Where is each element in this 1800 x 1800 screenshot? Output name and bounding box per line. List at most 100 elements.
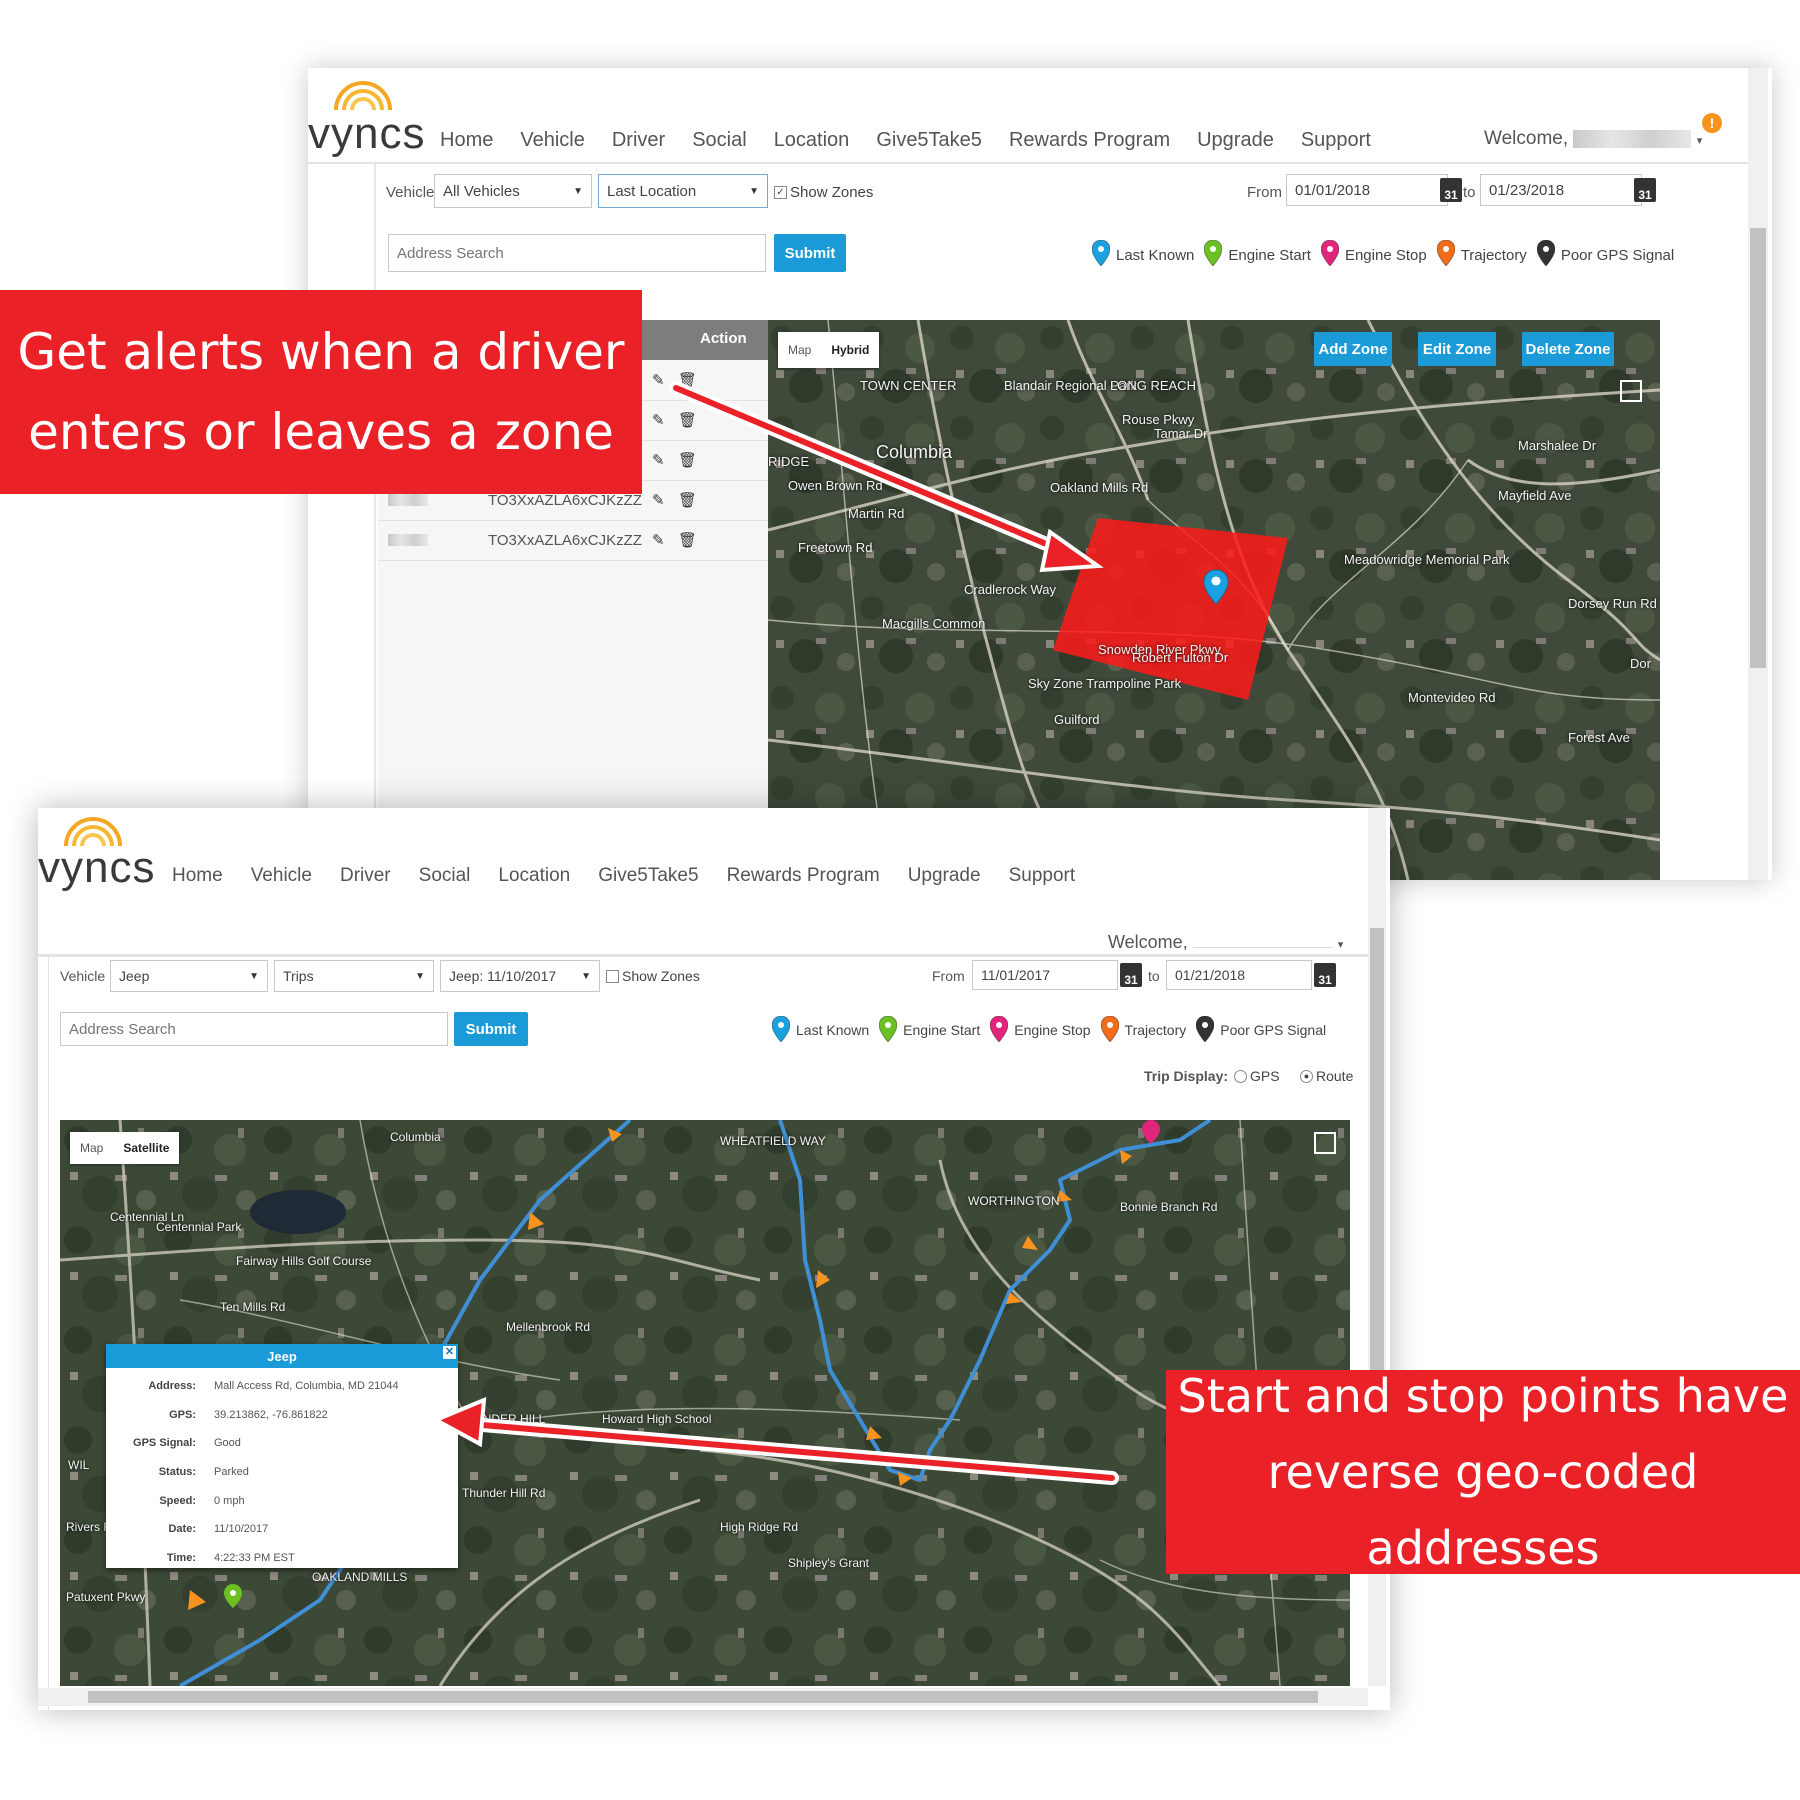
nav-home[interactable]: Home [440,129,493,152]
vyncs-logo[interactable]: vyncs [308,76,424,156]
map-type-toggle[interactable]: Map Satellite [70,1132,180,1164]
popup-title: Jeep [267,1348,297,1364]
from-date-input[interactable]: 01/01/2018 [1286,174,1448,206]
brand-name: vyncs [308,109,426,158]
fullscreen-icon[interactable] [1620,380,1642,402]
nav-upgrade[interactable]: Upgrade [908,865,981,887]
nav-support[interactable]: Support [1009,865,1076,887]
map-pin-icon [1536,239,1561,270]
edit-zone-button[interactable]: Edit Zone [1418,332,1496,366]
trip-display-label: Trip Display: [1144,1068,1229,1084]
top-page-scrollbar[interactable] [1748,68,1768,880]
map-label: Sky Zone Trampoline Park [1028,676,1182,691]
calendar-icon[interactable]: 31 [1634,178,1656,202]
map-type-toggle[interactable]: Map Hybrid [778,332,880,368]
nav-vehicle[interactable]: Vehicle [520,129,585,152]
notification-icon[interactable]: ! [1702,113,1722,133]
nav-vehicle[interactable]: Vehicle [251,865,312,887]
nav-social[interactable]: Social [692,129,746,152]
map-pin-icon [1203,239,1228,270]
nav-social[interactable]: Social [419,865,471,887]
map-type-map[interactable]: Map [778,332,821,368]
scrollbar-thumb[interactable] [88,1691,1318,1703]
legend-trajectory: Trajectory [1436,239,1527,270]
map-label: Dorsey Run Rd [1568,596,1657,611]
close-icon[interactable]: ✕ [443,1346,456,1359]
popup-row-key: Address: [148,1380,196,1393]
nav-driver[interactable]: Driver [612,129,665,152]
map-pin-icon [1100,1014,1125,1045]
edit-pencil-icon[interactable]: ✎ [652,491,665,509]
bottom-welcome[interactable]: Welcome, ▾ [1108,932,1343,953]
edit-pencil-icon[interactable]: ✎ [652,411,665,429]
chevron-down-icon[interactable]: ▾ [1697,135,1703,147]
nav-location[interactable]: Location [774,129,850,152]
nav-rewards-program[interactable]: Rewards Program [1009,129,1170,152]
marker-legend: Last Known Engine Start Engine Stop Traject… [1091,238,1674,272]
address-search-field[interactable] [61,1013,447,1045]
calendar-icon[interactable]: 31 [1440,178,1462,202]
top-welcome[interactable]: Welcome, ▾ [1484,128,1702,150]
from-label: From [1247,184,1282,201]
address-search-input[interactable] [60,1012,448,1046]
address-search-field[interactable] [389,235,765,271]
show-zones-checkbox[interactable]: ✓ Show Zones [774,184,873,201]
trash-icon[interactable]: 🗑 [678,451,697,469]
map-type-map[interactable]: Map [70,1132,113,1164]
left-gutter [38,957,49,1710]
bottom-map-hscrollbar[interactable] [38,1688,1368,1706]
nav-home[interactable]: Home [172,865,223,887]
add-zone-button[interactable]: Add Zone [1314,332,1392,366]
nav-upgrade[interactable]: Upgrade [1197,129,1274,152]
edit-pencil-icon[interactable]: ✎ [652,531,665,549]
popup-row-key: Speed: [159,1494,196,1507]
nav-give5take5[interactable]: Give5Take5 [876,129,982,152]
to-date-input[interactable]: 01/23/2018 [1480,174,1642,206]
delete-zone-button[interactable]: Delete Zone [1522,332,1614,366]
trip-display-route-radio[interactable]: ● Route [1300,1068,1353,1084]
zone-row[interactable]: TO3XxAZLA6xCJKzZZ ✎ 🗑 [378,520,768,561]
nav-give5take5[interactable]: Give5Take5 [598,865,698,887]
vyncs-logo[interactable]: vyncs [38,812,154,892]
callout-line-2: reverse geo-coded addresses [1267,1445,1699,1575]
nav-support[interactable]: Support [1301,129,1371,152]
vehicle-select[interactable]: All Vehicles ▼ [434,174,592,208]
edit-pencil-icon[interactable]: ✎ [652,451,665,469]
address-search-input[interactable] [388,234,766,272]
trash-icon[interactable]: 🗑 [678,371,697,389]
mode-select[interactable]: Last Location ▼ [598,174,768,208]
trip-display-gps-radio[interactable]: GPS [1234,1068,1280,1084]
map-label: Columbia [390,1130,441,1144]
map-label: Tamar Dr [1154,426,1208,441]
trash-icon[interactable]: 🗑 [678,411,697,429]
map-type-hybrid[interactable]: Hybrid [821,332,879,368]
caret-down-icon: ▼ [581,970,591,982]
caret-down-icon: ▼ [749,185,759,197]
from-date-input[interactable]: 11/01/2017 [972,960,1118,990]
trash-icon[interactable]: 🗑 [678,491,697,509]
satellite-map-background [768,320,1660,880]
trip-select[interactable]: Jeep: 11/10/2017 ▼ [440,960,600,992]
edit-pencil-icon[interactable]: ✎ [652,371,665,389]
nav-driver[interactable]: Driver [340,865,391,887]
brand-name: vyncs [38,843,156,892]
to-date-input[interactable]: 01/21/2018 [1166,960,1312,990]
show-zones-checkbox[interactable]: Show Zones [606,968,700,984]
chevron-down-icon[interactable]: ▾ [1338,939,1344,951]
nav-rewards-program[interactable]: Rewards Program [727,865,880,887]
submit-button[interactable]: Submit [454,1012,528,1046]
trash-icon[interactable]: 🗑 [678,531,697,549]
scrollbar-thumb[interactable] [1750,228,1766,668]
mode-select[interactable]: Trips ▼ [274,960,434,992]
nav-location[interactable]: Location [498,865,570,887]
calendar-icon[interactable]: 31 [1120,963,1142,987]
trip-map[interactable]: WHEATFIELD WAY WORTHINGTON Centennial Park… [60,1120,1350,1686]
submit-button[interactable]: Submit [774,234,846,272]
calendar-icon[interactable]: 31 [1314,963,1336,987]
map-type-satellite[interactable]: Satellite [113,1132,179,1164]
zone-map[interactable]: TOWN CENTER Columbia Blandair Regional Par… [768,320,1660,880]
fullscreen-icon[interactable] [1314,1132,1336,1154]
legend-last-known: Last Known [771,1014,869,1045]
vehicle-select[interactable]: Jeep ▼ [110,960,268,992]
legend-last-known: Last Known [1091,239,1194,270]
